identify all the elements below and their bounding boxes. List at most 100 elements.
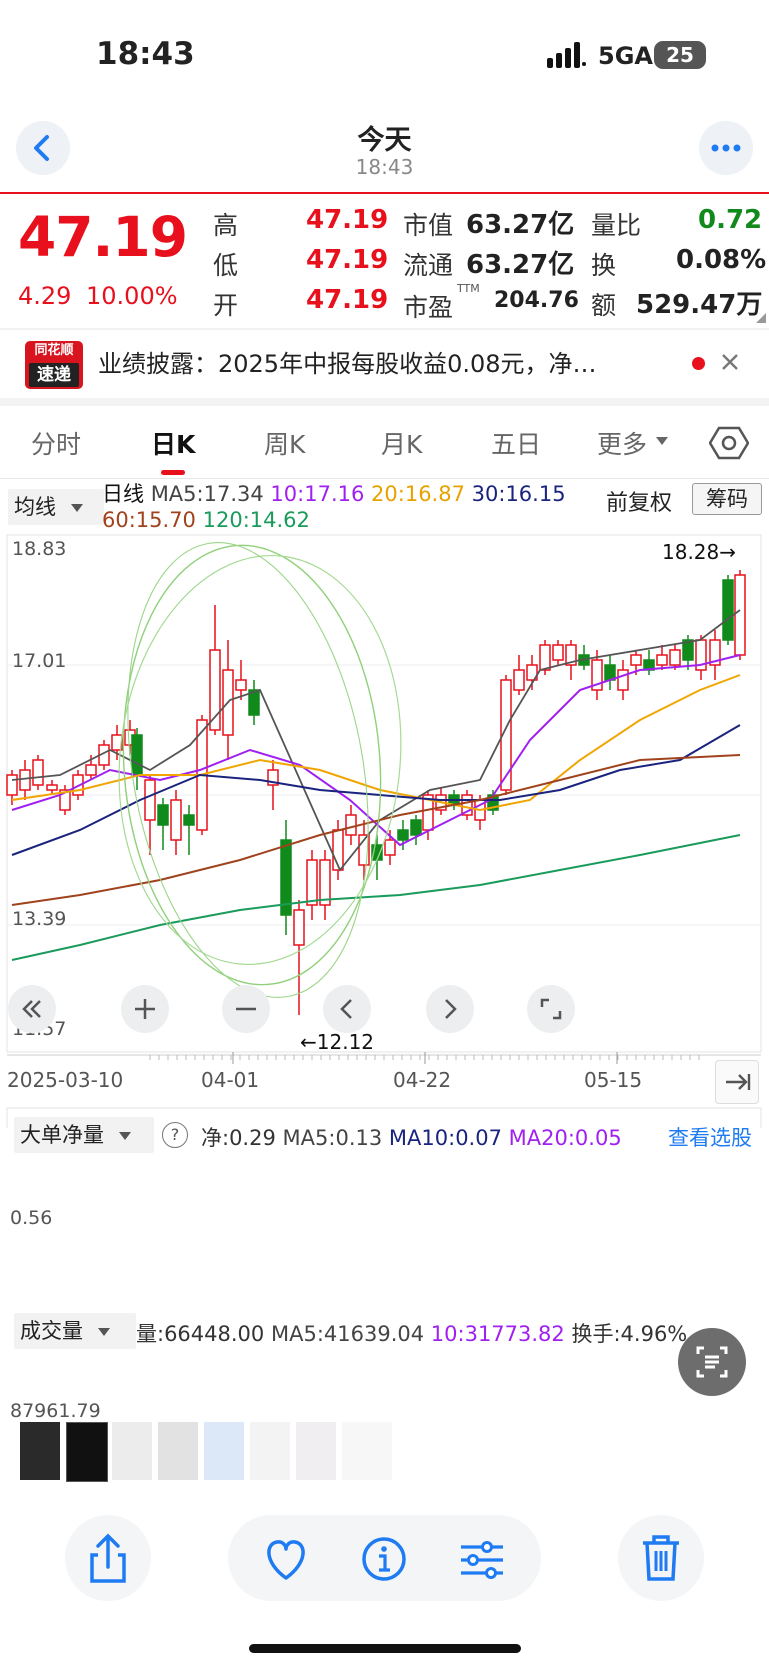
signal-icon xyxy=(547,42,587,68)
candle-body xyxy=(32,759,44,786)
date-label-4: 05-15 xyxy=(584,1068,643,1092)
news-logo-top: 同花顺 xyxy=(34,343,74,358)
volume-y-label: 87961.79 xyxy=(10,1400,101,1422)
trash-icon xyxy=(643,1535,679,1581)
candle-body xyxy=(669,649,681,666)
thumbnail[interactable] xyxy=(342,1422,392,1480)
ma60-line xyxy=(11,754,741,906)
zoom-in-button[interactable] xyxy=(121,985,169,1033)
period-label: 日线 xyxy=(102,482,144,506)
y-label-2: 17.01 xyxy=(12,650,67,672)
status-bar: 18:43 5GA 25 xyxy=(0,0,769,100)
candle-body xyxy=(513,669,525,691)
battery-icon: 25 xyxy=(654,41,706,69)
bigorder-select[interactable]: 大单净量 xyxy=(14,1117,154,1153)
mktcap-label: 市值 xyxy=(403,211,454,240)
bigorder-y-label: 0.56 xyxy=(10,1207,53,1229)
volume-turnover: 换手:4.96% xyxy=(571,1322,688,1346)
fullscreen-button[interactable] xyxy=(527,985,575,1033)
amount-value: 529.47万 xyxy=(636,290,763,320)
candle-body xyxy=(6,774,18,796)
candle-body xyxy=(306,859,318,906)
settings-icon[interactable] xyxy=(708,425,750,461)
share-button[interactable] xyxy=(65,1515,151,1601)
thumbnail[interactable] xyxy=(66,1422,108,1482)
info-icon xyxy=(362,1537,406,1581)
more-button[interactable] xyxy=(699,121,753,175)
photo-thumbnails[interactable] xyxy=(20,1422,415,1482)
volume-value: 量:66448.00 xyxy=(136,1322,265,1346)
thumbnail[interactable] xyxy=(250,1422,290,1480)
expand-corner-icon[interactable] xyxy=(756,313,766,323)
tab-fenshi[interactable]: 分时 xyxy=(31,425,81,461)
candle-body xyxy=(144,779,156,821)
price-change-pct: 10.00% xyxy=(86,282,178,310)
divider xyxy=(0,192,769,194)
bigorder-ma20: MA20:0.05 xyxy=(508,1126,622,1150)
scan-text-icon[interactable] xyxy=(678,1328,746,1396)
delete-button[interactable] xyxy=(618,1515,704,1601)
y-label-3: 13.39 xyxy=(12,908,67,930)
share-icon xyxy=(90,1533,126,1583)
thumbnail[interactable] xyxy=(296,1422,336,1480)
volume-ma10: 10:31773.82 xyxy=(430,1322,565,1346)
prev-button[interactable] xyxy=(323,985,371,1033)
tab-yuek[interactable]: 月K xyxy=(381,425,422,461)
candle-body xyxy=(722,579,734,641)
tab-wuri[interactable]: 五日 xyxy=(491,425,541,461)
news-text[interactable]: 业绩披露：2025年中报每股收益0.08元，净… xyxy=(98,344,672,379)
volume-select[interactable]: 成交量 xyxy=(14,1313,136,1349)
volratio-value: 0.72 xyxy=(698,205,763,235)
favorite-button[interactable] xyxy=(257,1530,315,1588)
zoom-out-button[interactable] xyxy=(222,985,270,1033)
low-label: 低 xyxy=(213,251,239,280)
max-price-marker: 18.28→ xyxy=(662,540,737,564)
kline-chart[interactable] xyxy=(0,533,769,1128)
high-label: 高 xyxy=(213,211,239,240)
high-value: 47.19 xyxy=(306,205,389,235)
next-button[interactable] xyxy=(426,985,474,1033)
adjust-button[interactable] xyxy=(453,1530,511,1588)
chevron-down-icon xyxy=(118,1132,131,1140)
news-logo-bottom: 速递 xyxy=(29,363,79,387)
bigorder-ma5: MA5:0.13 xyxy=(282,1126,383,1150)
ma5-label: MA5:17.34 xyxy=(150,482,264,506)
pe-label: 市盈 xyxy=(403,293,454,322)
date-label-3: 04-22 xyxy=(393,1068,452,1092)
status-time: 18:43 xyxy=(96,36,195,72)
amount-label: 额 xyxy=(591,291,617,320)
volume-legend: 量:66448.00 MA5:41639.04 10:31773.82 换手:4… xyxy=(136,1318,726,1348)
date-label-1: 2025-03-10 xyxy=(7,1068,124,1092)
tab-divider xyxy=(0,478,769,479)
candle-body xyxy=(293,909,305,946)
rewind-button[interactable] xyxy=(8,985,56,1033)
bigorder-select-label: 大单净量 xyxy=(20,1123,104,1147)
thumbnail[interactable] xyxy=(158,1422,198,1480)
chips-button[interactable]: 筹码 xyxy=(692,483,762,515)
bigorder-net: 净:0.29 xyxy=(201,1126,276,1150)
close-icon[interactable] xyxy=(716,348,744,376)
thumbnail[interactable] xyxy=(112,1422,152,1480)
candle-body xyxy=(539,644,551,671)
help-icon[interactable]: ? xyxy=(162,1122,188,1148)
chevron-down-icon xyxy=(97,1328,110,1336)
indicator-select[interactable]: 均线 xyxy=(8,489,104,525)
tab-more[interactable]: 更多 xyxy=(597,425,647,461)
tab-rik[interactable]: 日K xyxy=(151,425,195,461)
page-subtitle: 18:43 xyxy=(355,155,414,179)
volratio-label: 量比 xyxy=(591,211,642,240)
candle-body xyxy=(630,654,642,666)
candle-body xyxy=(552,644,564,661)
ma120-label: 120:14.62 xyxy=(202,508,310,532)
info-button[interactable] xyxy=(355,1530,413,1588)
ma60-label: 60:15.70 xyxy=(102,508,196,532)
chevron-down-icon xyxy=(70,504,83,512)
adjust-label[interactable]: 前复权 xyxy=(606,485,672,517)
scroll-to-latest-button[interactable] xyxy=(715,1060,759,1104)
float-label: 流通 xyxy=(403,251,454,280)
thumbnail[interactable] xyxy=(20,1422,60,1480)
thumbnail[interactable] xyxy=(204,1422,244,1480)
price-change: 4.29 xyxy=(18,282,72,310)
tab-zhouk[interactable]: 周K xyxy=(264,425,305,461)
view-picks-link[interactable]: 查看选股 xyxy=(668,1122,752,1152)
